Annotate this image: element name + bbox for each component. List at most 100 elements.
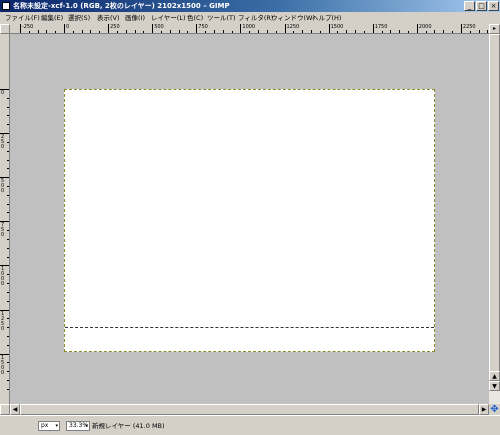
ruler-minor-tick bbox=[7, 380, 9, 382]
image-canvas[interactable] bbox=[64, 89, 435, 352]
close-button[interactable]: × bbox=[488, 1, 499, 11]
navigate-icon[interactable]: ✥ bbox=[489, 404, 500, 415]
ruler-minor-tick bbox=[7, 159, 9, 161]
ruler-minor-tick bbox=[7, 283, 9, 285]
ruler-minor-tick bbox=[7, 300, 9, 302]
ruler-minor-tick bbox=[7, 106, 9, 108]
scroll-left-button[interactable]: ◀ bbox=[10, 404, 20, 415]
ruler-minor-tick bbox=[399, 30, 401, 33]
unit-value: px bbox=[41, 422, 49, 429]
ruler-label: 1500 bbox=[330, 24, 344, 30]
ruler-minor-tick bbox=[161, 31, 163, 33]
ruler-label: 500 bbox=[1, 178, 5, 195]
ruler-minor-tick bbox=[143, 31, 145, 33]
ruler-minor-tick bbox=[363, 31, 365, 33]
ruler-minor-tick bbox=[116, 31, 118, 33]
ruler-corner-menu-button[interactable] bbox=[0, 24, 10, 34]
ruler-minor-tick bbox=[249, 31, 251, 33]
unit-dropdown[interactable]: px ▾ bbox=[38, 421, 60, 431]
ruler-major-tick bbox=[372, 24, 374, 33]
menu-layer[interactable]: レイヤー(L) bbox=[151, 13, 186, 23]
menu-image[interactable]: 画像(I) bbox=[125, 13, 145, 23]
zoom-dropdown[interactable]: 33.3% ▾ bbox=[66, 421, 90, 431]
ruler-minor-tick bbox=[7, 141, 9, 143]
ruler-minor-tick bbox=[258, 30, 260, 33]
ruler-minor-tick bbox=[7, 150, 9, 152]
ruler-minor-tick bbox=[7, 274, 9, 276]
ruler-major-tick bbox=[64, 24, 65, 33]
ruler-label: 1250 bbox=[1, 310, 5, 332]
window-title: 名称未設定-xcf-1.0 (RGB, 2枚のレイヤー) 2102x1500 –… bbox=[13, 2, 230, 10]
menu-tools[interactable]: ツール(T) bbox=[207, 13, 236, 23]
ruler-major-tick bbox=[328, 24, 330, 33]
status-message: 新規レイヤー (41.0 MB) bbox=[92, 422, 165, 430]
ruler-major-tick bbox=[284, 24, 286, 33]
canvas-area[interactable] bbox=[10, 34, 489, 404]
minimize-button[interactable]: _ bbox=[464, 1, 475, 11]
gimp-app-icon[interactable] bbox=[2, 2, 10, 10]
ruler-minor-tick bbox=[7, 186, 9, 188]
title-bar: 名称未設定-xcf-1.0 (RGB, 2枚のレイヤー) 2102x1500 –… bbox=[0, 0, 500, 12]
scroll-up-button[interactable]: ▲ bbox=[489, 371, 500, 381]
ruler-minor-tick bbox=[125, 30, 127, 33]
vertical-scrollbar[interactable]: ▲ ▼ bbox=[489, 34, 500, 404]
ruler-major-tick bbox=[19, 24, 21, 33]
ruler-label: 1500 bbox=[1, 354, 5, 376]
ruler-minor-tick bbox=[7, 230, 9, 232]
ruler-minor-tick bbox=[434, 30, 436, 33]
ruler-minor-tick bbox=[7, 335, 9, 337]
layer-boundary bbox=[65, 327, 434, 328]
ruler-minor-tick bbox=[55, 31, 57, 33]
menu-bar: ファイル(F) 編集(E) 選択(S) 表示(V) 画像(I) レイヤー(L) … bbox=[0, 12, 500, 23]
ruler-minor-tick bbox=[452, 31, 454, 33]
ruler-label: 1250 bbox=[286, 24, 300, 30]
quick-mask-toggle[interactable] bbox=[0, 404, 10, 415]
menu-help[interactable]: ヘルプ(H) bbox=[312, 13, 341, 23]
horizontal-scrollbar[interactable]: ◀ ▶ bbox=[10, 404, 489, 415]
ruler-minor-tick bbox=[7, 371, 9, 373]
ruler-minor-tick bbox=[381, 31, 383, 33]
ruler-minor-tick bbox=[178, 30, 180, 33]
ruler-minor-tick bbox=[7, 256, 9, 258]
chevron-down-icon: ▾ bbox=[55, 423, 58, 429]
ruler-minor-tick bbox=[425, 31, 427, 33]
ruler-label: 2000 bbox=[418, 24, 432, 30]
ruler-label: 1000 bbox=[1, 266, 5, 288]
ruler-minor-tick bbox=[7, 115, 9, 117]
ruler-minor-tick bbox=[355, 30, 357, 33]
ruler-minor-tick bbox=[469, 31, 471, 33]
ruler-major-tick bbox=[240, 24, 242, 33]
ruler-label: 750 bbox=[1, 222, 5, 239]
ruler-minor-tick bbox=[90, 30, 92, 33]
status-bar: px ▾ 33.3% ▾ 新規レイヤー (41.0 MB) bbox=[0, 415, 500, 435]
ruler-minor-tick bbox=[7, 327, 9, 329]
ruler-minor-tick bbox=[7, 291, 9, 293]
menu-filters[interactable]: フィルタ(R) bbox=[238, 13, 273, 23]
ruler-label: 1000 bbox=[242, 24, 256, 30]
menu-select[interactable]: 選択(S) bbox=[68, 13, 90, 23]
menu-edit[interactable]: 編集(E) bbox=[41, 13, 63, 23]
ruler-label: 2250 bbox=[462, 24, 476, 30]
menu-windows[interactable]: ウィンドウ(W) bbox=[271, 13, 315, 23]
zoom-to-fit-button[interactable]: ▸ bbox=[489, 24, 500, 34]
ruler-minor-tick bbox=[319, 31, 321, 33]
ruler-label: 500 bbox=[154, 24, 164, 30]
menu-view[interactable]: 表示(V) bbox=[97, 13, 120, 23]
vertical-ruler[interactable]: 0 250 500 750 1000 1250 1500 bbox=[0, 34, 10, 404]
ruler-label: 1750 bbox=[374, 24, 388, 30]
ruler-minor-tick bbox=[222, 30, 224, 33]
ruler-minor-tick bbox=[134, 30, 136, 33]
menu-colors[interactable]: 色(C) bbox=[187, 13, 203, 23]
menu-file[interactable]: ファイル(F) bbox=[5, 13, 40, 23]
horizontal-ruler[interactable]: -250 0 250 500 750 1000 1250 1500 1750 2000 2250 bbox=[10, 24, 498, 34]
ruler-minor-tick bbox=[72, 31, 74, 33]
ruler-minor-tick bbox=[7, 97, 9, 99]
vertical-scroll-thumb[interactable] bbox=[489, 34, 500, 389]
ruler-minor-tick bbox=[37, 30, 39, 33]
maximize-button[interactable]: □ bbox=[476, 1, 487, 11]
scroll-right-button[interactable]: ▶ bbox=[479, 404, 489, 415]
ruler-label: 0 bbox=[1, 90, 5, 96]
scroll-down-button[interactable]: ▼ bbox=[489, 381, 500, 391]
ruler-minor-tick bbox=[7, 194, 9, 196]
horizontal-scroll-thumb[interactable] bbox=[20, 404, 479, 415]
